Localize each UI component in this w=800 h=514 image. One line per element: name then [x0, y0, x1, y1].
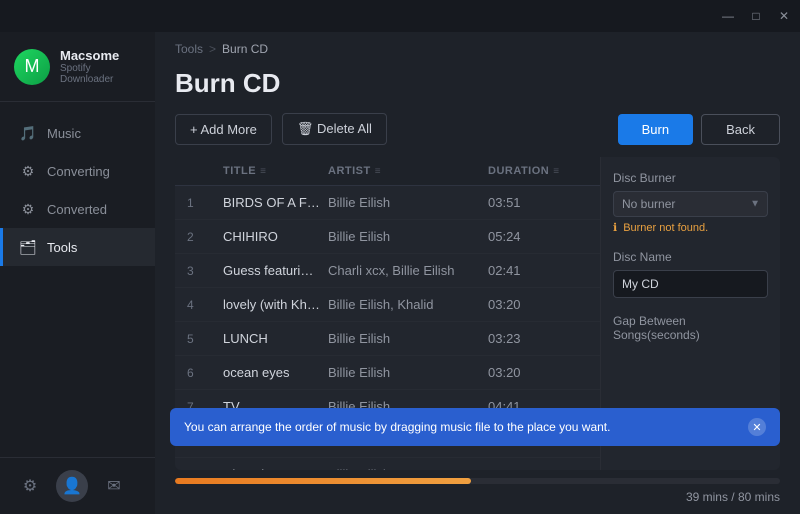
breadcrumb: Tools > Burn CD	[155, 32, 800, 64]
progress-bar-fill	[175, 478, 471, 484]
delete-all-button[interactable]: 🗑 Delete All	[282, 113, 387, 145]
toast-message: You can arrange the order of music by dr…	[184, 420, 610, 434]
sidebar: M Macsome Spotify Downloader 🎵 Music ⚙ C…	[0, 32, 155, 514]
row-duration: 03:20	[488, 365, 588, 380]
music-icon: 🎵	[19, 124, 37, 142]
app-subtitle: Spotify Downloader	[60, 63, 141, 85]
row-artist: Charli xcx, Billie Eilish	[328, 263, 488, 278]
breadcrumb-current: Burn CD	[222, 42, 268, 56]
page-title: Burn CD	[175, 68, 780, 99]
row-artist: Billie Eilish	[328, 365, 488, 380]
row-artist: Billie Eilish	[328, 229, 488, 244]
duration-sort-icon: ≡	[553, 166, 559, 177]
table-row[interactable]: 9 when the party's over Billie Eilish 03…	[175, 458, 600, 470]
sidebar-item-converting[interactable]: ⚙ Converting	[0, 152, 155, 190]
table-row[interactable]: 1 BIRDS OF A FEATHER Billie Eilish 03:51	[175, 186, 600, 220]
sidebar-item-converting-label: Converting	[47, 164, 110, 179]
maximize-button[interactable]: □	[748, 8, 764, 24]
disc-name-section: Disc Name	[613, 250, 768, 298]
sidebar-item-converted-label: Converted	[47, 202, 107, 217]
row-duration: 03:20	[488, 297, 588, 312]
row-title: LUNCH	[223, 331, 328, 346]
row-number: 1	[187, 196, 223, 210]
disc-name-input[interactable]	[613, 270, 768, 298]
app-name: Macsome	[60, 48, 141, 63]
settings-button[interactable]: ⚙	[16, 472, 44, 500]
row-artist: Billie Eilish, Khalid	[328, 297, 488, 312]
converting-icon: ⚙	[19, 162, 37, 180]
sidebar-item-converted[interactable]: ⚙ Converted	[0, 190, 155, 228]
sidebar-item-tools-label: Tools	[47, 240, 77, 255]
row-title: Guess featuring billie eilish	[223, 263, 328, 278]
gap-label: Gap Between Songs(seconds)	[613, 314, 768, 342]
toast-close-button[interactable]: ✕	[748, 418, 766, 436]
row-number: 2	[187, 230, 223, 244]
sidebar-bottom: ⚙ 👤 ✉	[0, 457, 155, 514]
row-duration: 03:51	[488, 195, 588, 210]
col-title: TITLE ≡	[223, 165, 328, 177]
row-number: 5	[187, 332, 223, 346]
row-number: 3	[187, 264, 223, 278]
titlebar: — □ ✕	[0, 0, 800, 32]
table-row[interactable]: 5 LUNCH Billie Eilish 03:23	[175, 322, 600, 356]
row-number: 6	[187, 366, 223, 380]
tools-icon: 🗂	[19, 238, 37, 256]
table-row[interactable]: 2 CHIHIRO Billie Eilish 05:24	[175, 220, 600, 254]
row-title: CHIHIRO	[223, 229, 328, 244]
close-button[interactable]: ✕	[776, 8, 792, 24]
progress-text: 39 mins / 80 mins	[175, 490, 780, 504]
burn-button[interactable]: Burn	[618, 114, 693, 145]
page-header: Burn CD	[155, 64, 800, 113]
row-duration: 02:41	[488, 263, 588, 278]
col-num	[187, 165, 223, 177]
app-logo: M Macsome Spotify Downloader	[0, 32, 155, 102]
gap-section: Gap Between Songs(seconds)	[613, 314, 768, 342]
sidebar-item-music-label: Music	[47, 126, 81, 141]
title-sort-icon: ≡	[260, 166, 266, 177]
converted-icon: ⚙	[19, 200, 37, 218]
sidebar-nav: 🎵 Music ⚙ Converting ⚙ Converted 🗂 Tools	[0, 102, 155, 457]
row-title: ocean eyes	[223, 365, 328, 380]
add-more-button[interactable]: + Add More	[175, 114, 272, 145]
row-number: 4	[187, 298, 223, 312]
toast-close-icon: ✕	[752, 421, 761, 434]
row-duration: 03:23	[488, 331, 588, 346]
toolbar: + Add More 🗑 Delete All Burn Back	[155, 113, 800, 157]
toast-notification: You can arrange the order of music by dr…	[170, 408, 780, 446]
disc-burner-label: Disc Burner	[613, 171, 768, 185]
disc-name-label: Disc Name	[613, 250, 768, 264]
settings-icon: ⚙	[23, 476, 37, 496]
logo-icon: M	[14, 49, 50, 85]
burner-select[interactable]: No burner	[613, 191, 768, 217]
info-icon: ℹ	[613, 221, 617, 234]
sidebar-item-music[interactable]: 🎵 Music	[0, 114, 155, 152]
table-row[interactable]: 6 ocean eyes Billie Eilish 03:20	[175, 356, 600, 390]
burner-not-found: ℹ Burner not found.	[613, 221, 768, 234]
row-duration: 05:24	[488, 229, 588, 244]
row-artist: Billie Eilish	[328, 195, 488, 210]
disc-burner-section: Disc Burner No burner ▼ ℹ Burner not fou…	[613, 171, 768, 234]
back-button[interactable]: Back	[701, 114, 780, 145]
table-row[interactable]: 4 lovely (with Khalid) Billie Eilish, Kh…	[175, 288, 600, 322]
col-duration: DURATION ≡	[488, 165, 588, 177]
bottom-bar: 39 mins / 80 mins	[155, 470, 800, 514]
breadcrumb-separator: >	[209, 42, 216, 56]
artist-sort-icon: ≡	[375, 166, 381, 177]
mail-icon: ✉	[107, 476, 120, 496]
avatar[interactable]: 👤	[56, 470, 88, 502]
progress-bar-container	[175, 478, 780, 484]
table-row[interactable]: 3 Guess featuring billie eilish Charli x…	[175, 254, 600, 288]
row-title: lovely (with Khalid)	[223, 297, 328, 312]
table-header: TITLE ≡ ARTIST ≡ DURATION ≡	[175, 157, 600, 186]
breadcrumb-parent: Tools	[175, 42, 203, 56]
sidebar-item-tools[interactable]: 🗂 Tools	[0, 228, 155, 266]
row-artist: Billie Eilish	[328, 331, 488, 346]
col-artist: ARTIST ≡	[328, 165, 488, 177]
minimize-button[interactable]: —	[720, 8, 736, 24]
row-title: BIRDS OF A FEATHER	[223, 195, 328, 210]
mail-button[interactable]: ✉	[100, 472, 128, 500]
